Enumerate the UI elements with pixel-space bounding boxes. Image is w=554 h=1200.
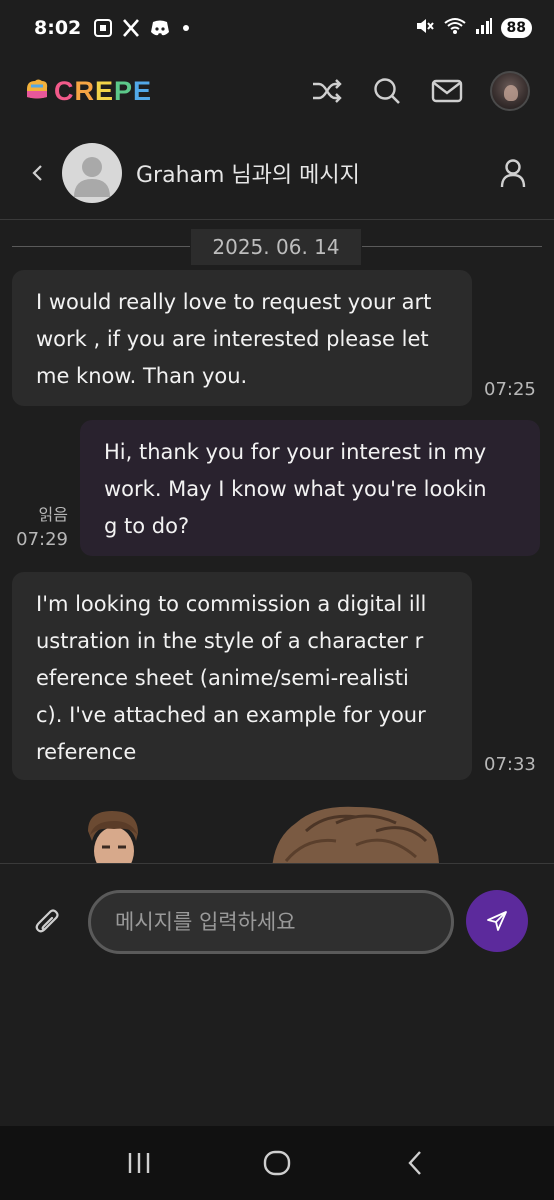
divider-line xyxy=(362,246,542,247)
logo-letter: C xyxy=(54,75,75,106)
peer-avatar[interactable] xyxy=(62,142,122,203)
screen: 8:02 88 C R E P E Graham 님과의 메시지 2025. 0… xyxy=(0,0,554,1200)
logo-letter: E xyxy=(133,75,153,106)
message-input[interactable] xyxy=(88,890,454,954)
attach-button[interactable] xyxy=(30,902,66,942)
status-time: 8:02 xyxy=(34,17,82,39)
app-header: CREPE xyxy=(0,56,554,126)
user-avatar[interactable] xyxy=(490,71,530,111)
wifi-icon xyxy=(443,16,467,40)
discord-icon xyxy=(149,19,171,37)
x-icon xyxy=(121,18,141,38)
message-line: I'm looking to commission a digital ill xyxy=(36,592,427,616)
default-avatar-icon xyxy=(74,156,110,197)
logo-letter: E xyxy=(95,75,115,106)
system-icons: 88 xyxy=(415,16,532,40)
message-line: Hi, thank you for your interest in my xyxy=(104,440,487,464)
logo-letter: P xyxy=(114,75,134,106)
message-line: eference sheet (anime/semi-realisti xyxy=(36,666,409,690)
battery-icon: 88 xyxy=(500,18,532,38)
message-time: 07:29 xyxy=(16,529,68,550)
mute-icon xyxy=(415,16,435,40)
shuffle-icon xyxy=(313,79,342,103)
message-bubble-incoming[interactable]: I would really love to request your art … xyxy=(12,270,472,406)
logo-letter: R xyxy=(74,75,95,106)
chat-header: Graham 님과의 메시지 xyxy=(0,126,554,220)
read-label: 읽음 xyxy=(38,505,68,524)
crepe-logo[interactable]: CREPE xyxy=(24,76,152,107)
message-time: 07:33 xyxy=(484,754,536,775)
message-line: ustration in the style of a character r xyxy=(36,629,424,653)
message-line: work , if you are interested please let xyxy=(36,327,429,351)
send-button[interactable] xyxy=(466,890,528,952)
system-nav-bar xyxy=(0,1126,554,1200)
search-icon xyxy=(374,78,400,104)
crepe-logo-icon xyxy=(24,77,50,105)
status-bar: 8:02 88 xyxy=(0,0,554,56)
message-meta: 읽음 07:29 xyxy=(12,501,68,550)
shuffle-button[interactable] xyxy=(310,74,344,108)
home-icon xyxy=(263,1150,291,1176)
message-line: g to do? xyxy=(104,514,190,538)
message-line: c). I've attached an example for your xyxy=(36,703,426,727)
attached-image[interactable] xyxy=(70,799,490,863)
date-label: 2025. 06. 14 xyxy=(191,229,361,265)
logo-text: CREPE xyxy=(54,76,152,107)
paperclip-icon xyxy=(35,909,59,933)
recent-apps-icon xyxy=(128,1153,150,1173)
recent-apps-button[interactable] xyxy=(109,1133,169,1193)
chat-title: Graham 님과의 메시지 xyxy=(136,162,360,188)
header-actions xyxy=(310,71,530,111)
composer xyxy=(0,864,554,1126)
back-icon xyxy=(408,1151,421,1175)
mail-button[interactable] xyxy=(430,74,464,108)
notification-icons xyxy=(93,18,190,38)
message-time: 07:25 xyxy=(484,379,536,400)
search-button[interactable] xyxy=(370,74,404,108)
message-bubble-incoming[interactable]: I'm looking to commission a digital ill … xyxy=(12,572,472,780)
nav-back-button[interactable] xyxy=(385,1133,445,1193)
character-head-image xyxy=(88,811,138,863)
message-line: I would really love to request your art xyxy=(36,290,432,314)
home-button[interactable] xyxy=(247,1133,307,1193)
chevron-left-icon xyxy=(32,164,42,181)
user-icon xyxy=(500,158,526,187)
signal-icon xyxy=(475,16,493,40)
chat-area[interactable]: 2025. 06. 14 I would really love to requ… xyxy=(0,221,554,863)
date-divider: 2025. 06. 14 xyxy=(0,225,554,265)
message-line: reference xyxy=(36,740,137,764)
mail-icon xyxy=(431,79,463,103)
character-hair-image xyxy=(272,806,440,863)
divider-line xyxy=(12,246,190,247)
dot-icon xyxy=(183,25,190,31)
back-button[interactable] xyxy=(22,158,52,188)
message-line: work. May I know what you're lookin xyxy=(104,477,487,501)
message-line: me know. Than you. xyxy=(36,364,248,388)
screenshot-icon xyxy=(93,18,113,38)
message-bubble-outgoing[interactable]: Hi, thank you for your interest in my wo… xyxy=(80,420,540,556)
profile-button[interactable] xyxy=(496,156,530,190)
send-icon xyxy=(487,911,507,931)
